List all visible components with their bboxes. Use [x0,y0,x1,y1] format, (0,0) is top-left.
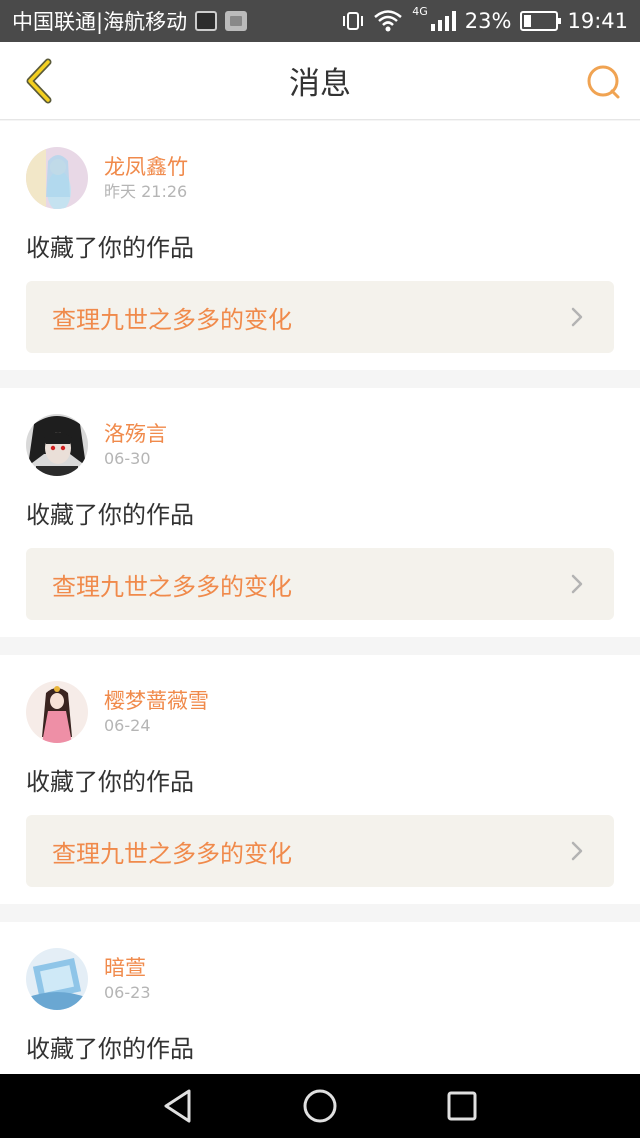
message-card: 暗萱 06-23 收藏了你的作品 [0,922,640,1074]
message-card: 龙凤鑫竹 昨天 21:26 收藏了你的作品 查理九世之多多的变化 [0,121,640,370]
username[interactable]: 龙凤鑫竹 [104,153,188,181]
back-button[interactable] [14,56,64,106]
message-time: 06-24 [104,716,151,735]
message-time: 昨天 21:26 [104,182,188,201]
chevron-left-icon [26,58,52,104]
work-link[interactable]: 查理九世之多多的变化 [26,281,614,353]
nav-recents-button[interactable] [437,1081,487,1131]
message-list[interactable]: 龙凤鑫竹 昨天 21:26 收藏了你的作品 查理九世之多多的变化 洛殇言 06-… [0,121,640,1074]
notification-image-icon [225,11,248,31]
vibrate-icon [343,12,364,30]
action-text: 收藏了你的作品 [26,501,194,529]
action-text: 收藏了你的作品 [26,234,194,262]
work-link[interactable]: 查理九世之多多的变化 [26,815,614,887]
message-card: 洛殇言 06-30 收藏了你的作品 查理九世之多多的变化 [0,388,640,637]
network-type-label: 4G [412,5,428,18]
username[interactable]: 暗萱 [104,954,151,982]
clock: 19:41 [567,9,628,33]
circle-home-icon [303,1089,337,1123]
search-button[interactable] [582,60,626,104]
user-avatar[interactable] [26,948,88,1010]
work-title: 查理九世之多多的变化 [52,305,292,334]
system-nav-bar [0,1074,640,1138]
user-avatar[interactable] [26,414,88,476]
work-title: 查理九世之多多的变化 [52,572,292,601]
battery-icon [520,11,562,31]
chevron-right-icon [571,841,583,861]
work-title: 查理九世之多多的变化 [52,839,292,868]
message-time: 06-30 [104,449,151,468]
username[interactable]: 洛殇言 [104,420,167,448]
message-time: 06-23 [104,983,151,1002]
chevron-right-icon [571,574,583,594]
carrier-label: 中国联通|海航移动 [12,10,188,34]
triangle-back-icon [164,1089,191,1123]
chevron-right-icon [571,307,583,327]
work-link[interactable]: 查理九世之多多的变化 [26,548,614,620]
nav-home-button[interactable] [295,1081,345,1131]
search-icon [587,65,620,99]
page-title: 消息 [289,66,351,102]
user-avatar[interactable] [26,147,88,209]
nav-back-button[interactable] [153,1081,203,1131]
username[interactable]: 樱梦蔷薇雪 [104,687,209,715]
battery-percent: 23% [464,9,512,33]
app-header: 消息 [0,42,640,120]
signal-icon [430,11,456,31]
user-avatar[interactable] [26,681,88,743]
wifi-icon [374,10,403,32]
notification-app-icon [195,11,218,31]
action-text: 收藏了你的作品 [26,768,194,796]
message-card: 樱梦蔷薇雪 06-24 收藏了你的作品 查理九世之多多的变化 [0,655,640,904]
status-bar: 中国联通|海航移动 4G 23% 19:41 [0,0,640,42]
square-recents-icon [447,1091,477,1121]
action-text: 收藏了你的作品 [26,1035,194,1063]
